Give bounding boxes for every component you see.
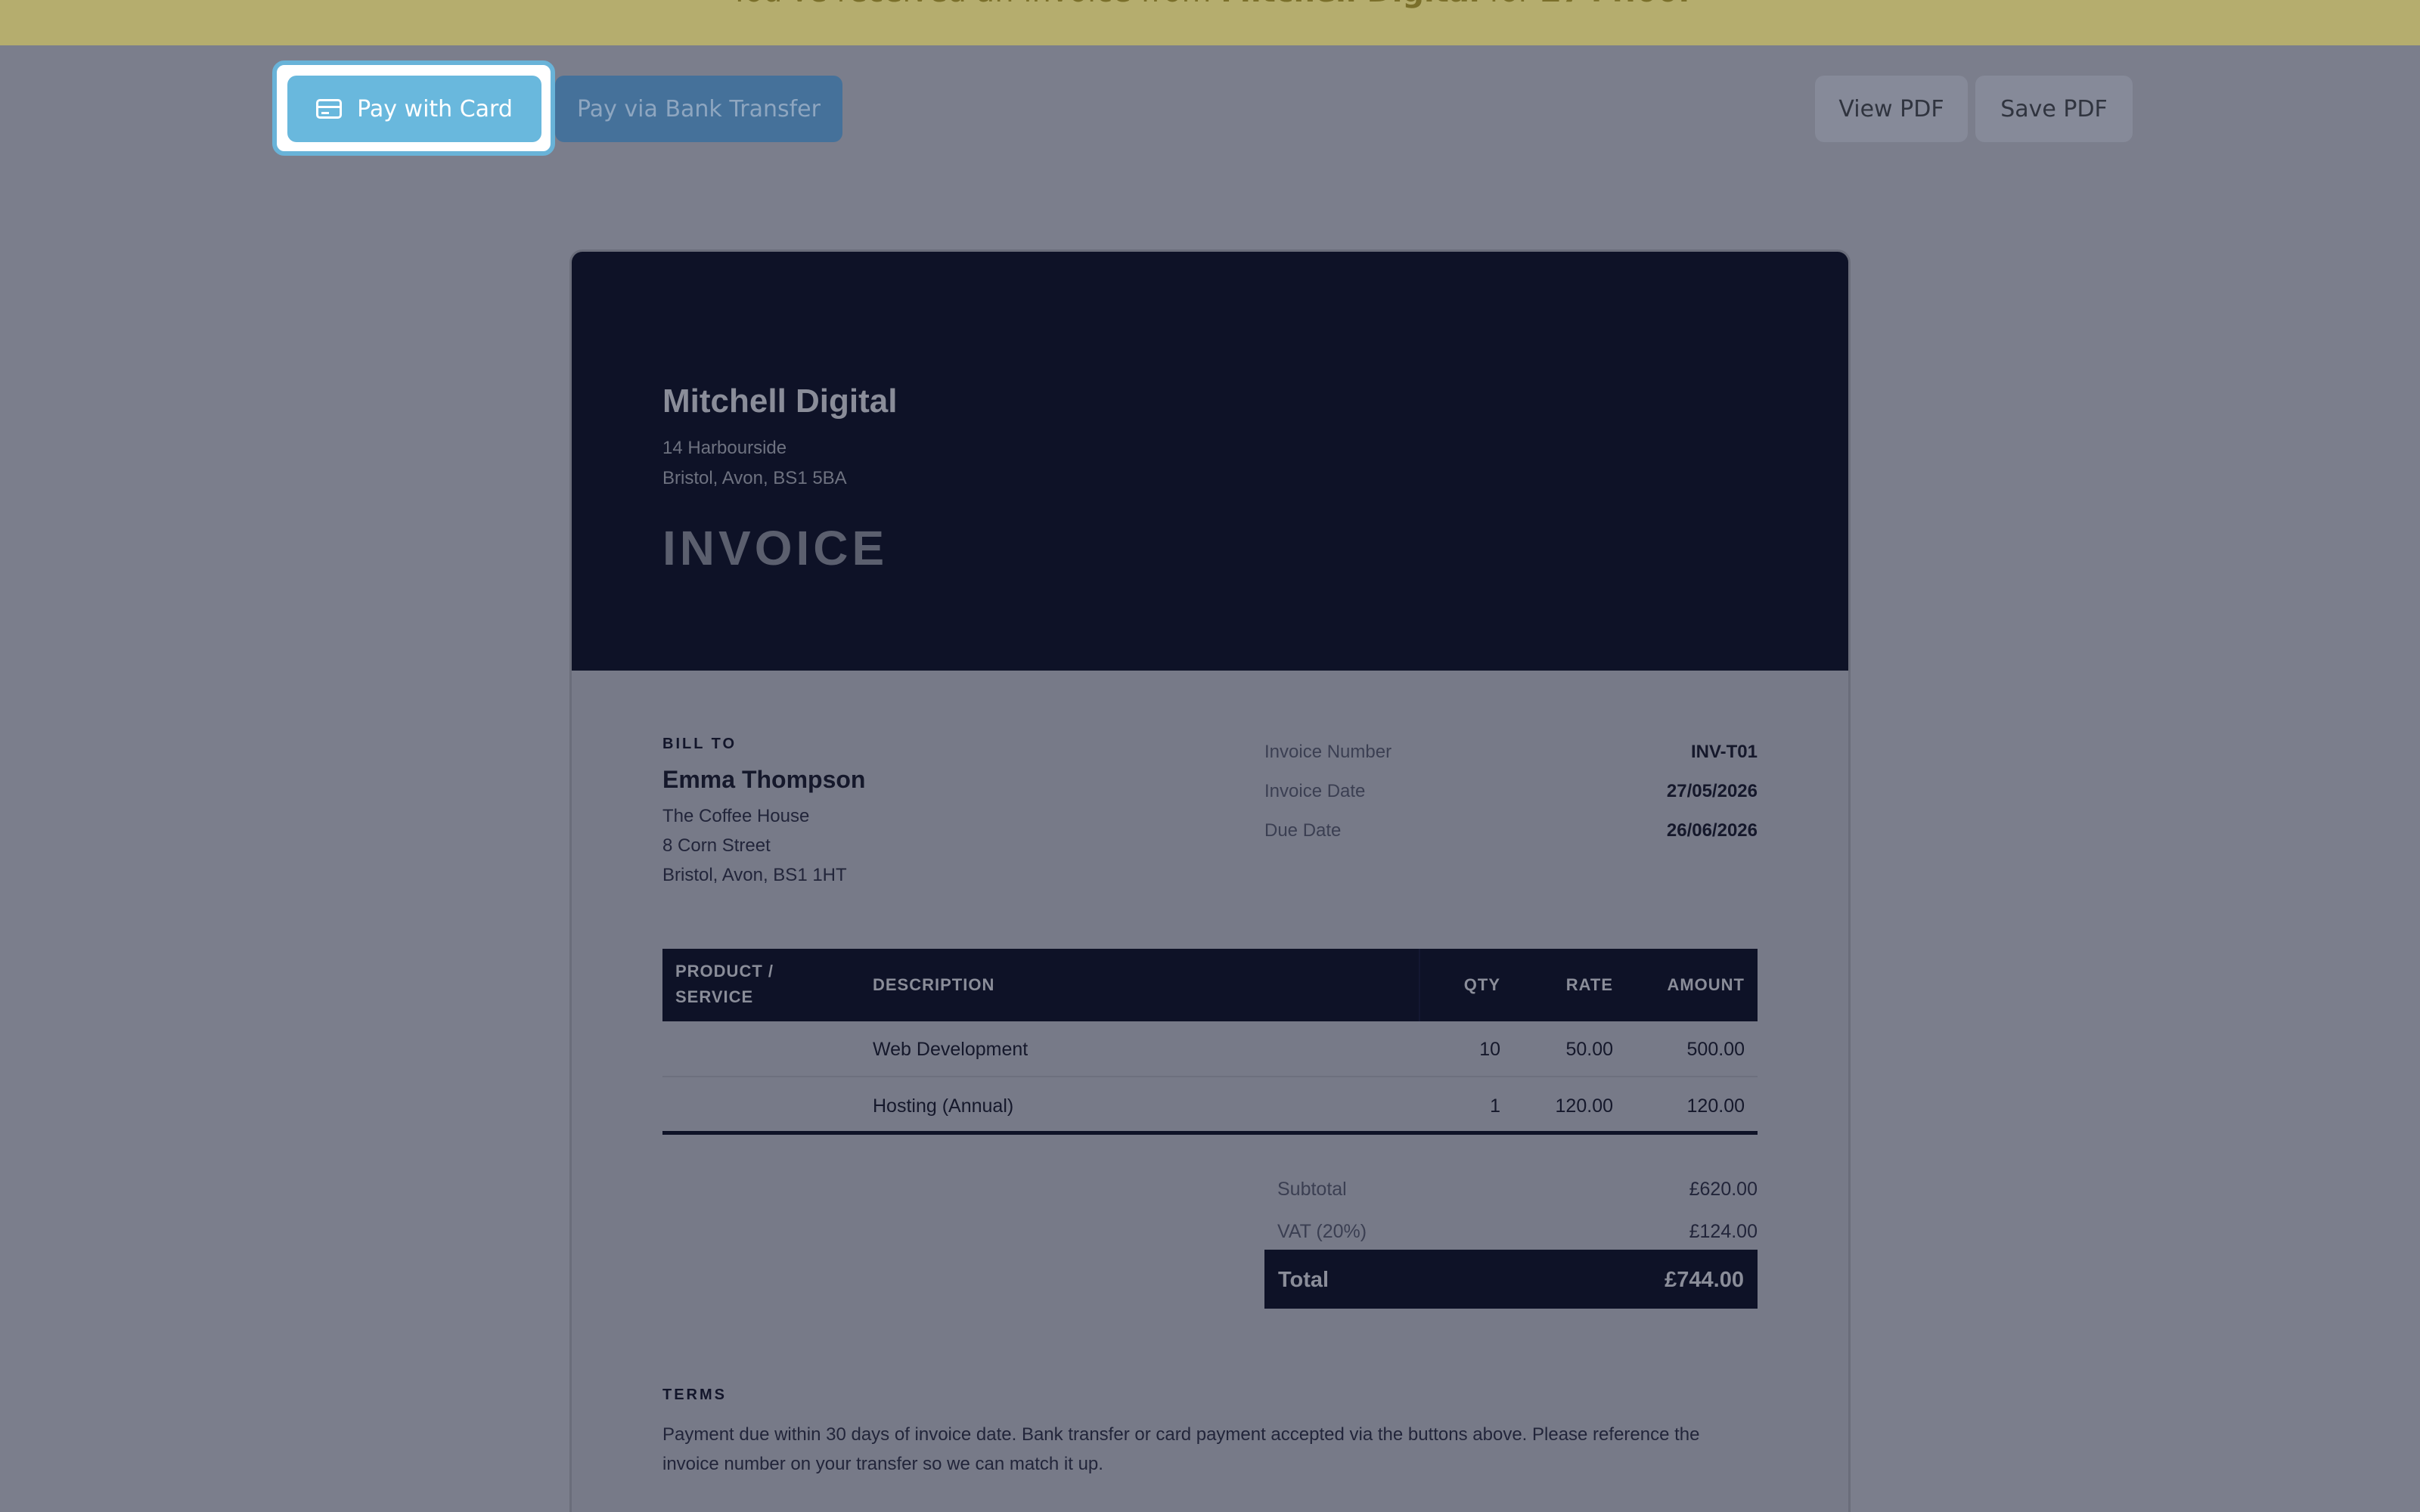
pay-with-card-button[interactable]: Pay with Card (287, 76, 541, 142)
banner-amount: £744.00. (1540, 0, 1689, 9)
due-date-label: Due Date (1264, 820, 1342, 841)
invoice-number-label: Invoice Number (1264, 742, 1392, 762)
row2-qty: 1 (1490, 1095, 1500, 1117)
total-label: Total (1278, 1268, 1329, 1292)
company-address-line1: 14 Harbourside (662, 438, 787, 458)
total-value: £744.00 (1665, 1268, 1744, 1292)
invoice-number-value: INV-T01 (1690, 742, 1758, 762)
company-name: Mitchell Digital (662, 383, 898, 420)
col-product-header: PRODUCT / SERVICE (675, 962, 774, 1006)
terms-text: Payment due within 30 days of invoice da… (662, 1424, 1700, 1474)
bill-to-label: BILL TO (662, 736, 737, 752)
row1-qty: 10 (1479, 1039, 1500, 1060)
banner-text: You've received an invoice from Mitchell… (0, 0, 2420, 9)
vat-value: £124.00 (1689, 1221, 1758, 1242)
subtotal-label: Subtotal (1277, 1179, 1347, 1200)
company-address-line2: Bristol, Avon, BS1 5BA (662, 468, 847, 488)
invoice-header: Mitchell Digital 14 Harbourside Bristol,… (572, 252, 1848, 671)
invoice-banner: You've received an invoice from Mitchell… (0, 0, 2420, 45)
bill-to-line1: The Coffee House (662, 806, 810, 826)
save-pdf-button[interactable]: Save PDF (1975, 76, 2133, 142)
header-divider (1419, 949, 1420, 1021)
total-row: Total £744.00 (1264, 1250, 1758, 1309)
bill-to-line3: Bristol, Avon, BS1 1HT (662, 865, 847, 885)
pay-via-bank-transfer-button[interactable]: Pay via Bank Transfer (555, 76, 842, 142)
credit-card-icon (316, 99, 343, 119)
table-bottom-rule (662, 1131, 1758, 1135)
terms-label: TERMS (662, 1387, 727, 1403)
banner-company: Mitchell Digital (1221, 0, 1479, 9)
row2-rate: 120.00 (1555, 1095, 1613, 1117)
col-rate-header: RATE (1565, 975, 1613, 994)
invoice-title: INVOICE (662, 521, 889, 575)
due-date-value: 26/06/2026 (1666, 820, 1758, 841)
subtotal-value: £620.00 (1689, 1179, 1758, 1200)
row2-amount: 120.00 (1686, 1095, 1745, 1117)
col-qty-header: QTY (1463, 975, 1500, 994)
view-pdf-button[interactable]: View PDF (1815, 76, 1968, 142)
line-items-header: PRODUCT / SERVICE DESCRIPTION QTY RATE A… (662, 949, 1758, 1021)
row1-description: Web Development (873, 1039, 1028, 1060)
row1-rate: 50.00 (1565, 1039, 1613, 1060)
col-amount-header: AMOUNT (1667, 975, 1745, 994)
bill-to-name: Emma Thompson (662, 766, 866, 793)
pay-with-card-label: Pay with Card (357, 95, 513, 122)
invoice-date-value: 27/05/2026 (1666, 781, 1758, 801)
row1-amount: 500.00 (1686, 1039, 1745, 1060)
col-description-header: DESCRIPTION (873, 975, 995, 994)
row-divider (662, 1076, 1758, 1077)
vat-label: VAT (20%) (1277, 1221, 1367, 1242)
invoice-date-label: Invoice Date (1264, 781, 1366, 801)
bill-to-line2: 8 Corn Street (662, 835, 771, 856)
invoice-document: Mitchell Digital 14 Harbourside Bristol,… (572, 252, 1848, 1512)
row2-description: Hosting (Annual) (873, 1095, 1014, 1117)
